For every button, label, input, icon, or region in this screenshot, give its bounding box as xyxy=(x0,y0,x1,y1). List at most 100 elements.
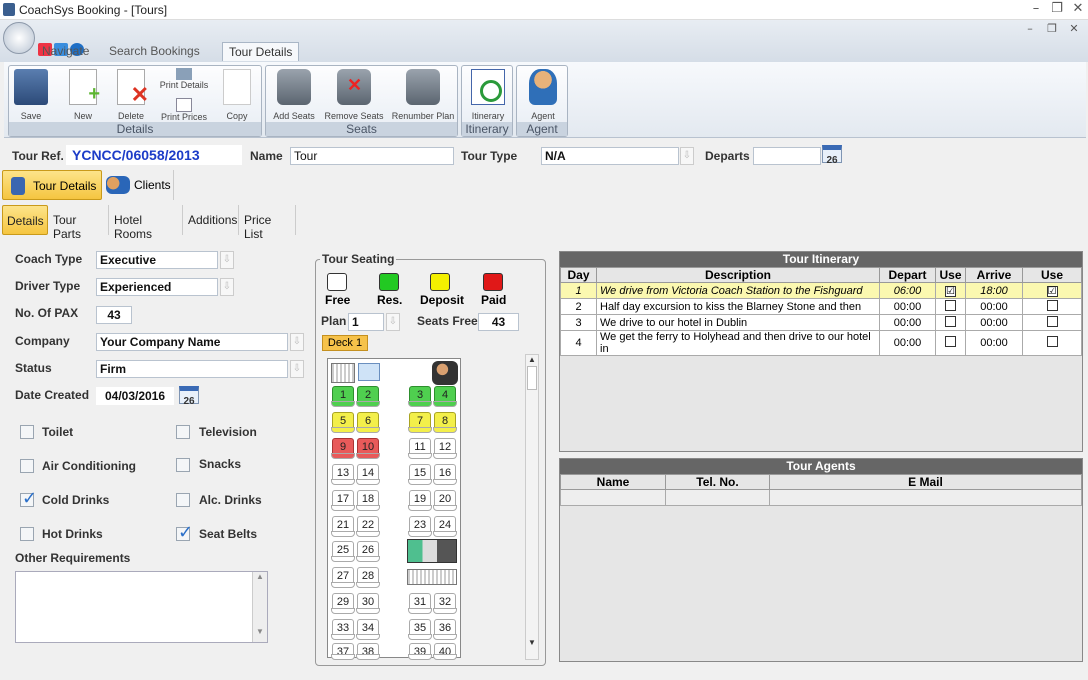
status-field[interactable] xyxy=(96,360,288,378)
seat-23[interactable]: 23 xyxy=(408,516,432,537)
seat-19[interactable]: 19 xyxy=(408,490,432,511)
seat-4[interactable]: 4 xyxy=(433,386,457,407)
seat-37[interactable]: 37 xyxy=(331,643,355,660)
seat-29[interactable]: 29 xyxy=(331,593,355,614)
tab-clients[interactable]: Clients xyxy=(104,170,174,200)
seat-36[interactable]: 36 xyxy=(433,619,457,640)
use-arrive-checkbox[interactable]: ☑ xyxy=(1046,285,1058,297)
seat-25[interactable]: 25 xyxy=(331,541,355,562)
agent-button[interactable]: Agent xyxy=(520,69,566,121)
col-arrive[interactable]: Arrive xyxy=(965,267,1023,283)
col-agent-tel[interactable]: Tel. No. xyxy=(665,474,770,490)
tab-hotel-rooms[interactable]: Hotel Rooms xyxy=(110,205,183,241)
seat-31[interactable]: 31 xyxy=(408,593,432,614)
other-requirements-field[interactable] xyxy=(15,571,268,643)
col-description[interactable]: Description xyxy=(596,267,880,283)
seat-2[interactable]: 2 xyxy=(356,386,380,407)
copy-button[interactable]: Copy xyxy=(217,69,257,121)
seat-16[interactable]: 16 xyxy=(433,464,457,485)
col-agent-name[interactable]: Name xyxy=(560,474,666,490)
tab-tour-parts[interactable]: Tour Parts xyxy=(49,205,109,241)
seat-28[interactable]: 28 xyxy=(356,567,380,588)
table-row[interactable]: 2 Half day excursion to kiss the Blarney… xyxy=(560,298,1082,315)
tab-navigate[interactable]: Navigate xyxy=(36,42,95,61)
seats-free-field[interactable] xyxy=(478,313,519,331)
coach-type-dropdown-icon[interactable]: ⇩ xyxy=(220,251,234,269)
cold-drinks-checkbox[interactable] xyxy=(20,488,37,509)
tab-additions[interactable]: Additions xyxy=(184,205,239,235)
air-conditioning-checkbox[interactable] xyxy=(20,459,34,473)
seat-6[interactable]: 6 xyxy=(356,412,380,433)
snacks-checkbox[interactable] xyxy=(176,458,190,472)
seat-22[interactable]: 22 xyxy=(356,516,380,537)
other-requirements-scrollbar[interactable]: ▲ ▼ xyxy=(252,572,267,642)
table-row[interactable]: 4 We get the ferry to Holyhead and then … xyxy=(560,330,1082,356)
seat-30[interactable]: 30 xyxy=(356,593,380,614)
minimize-icon[interactable]: – xyxy=(1028,1,1044,17)
new-button[interactable]: + New xyxy=(63,69,103,121)
seat-27[interactable]: 27 xyxy=(331,567,355,588)
seat-5[interactable]: 5 xyxy=(331,412,355,433)
tab-tour-details-main[interactable]: Tour Details xyxy=(2,170,102,200)
save-button[interactable]: Save xyxy=(11,69,51,121)
date-created-field[interactable] xyxy=(96,387,174,405)
seat-13[interactable]: 13 xyxy=(331,464,355,485)
seat-18[interactable]: 18 xyxy=(356,490,380,511)
seat-12[interactable]: 12 xyxy=(433,438,457,459)
seat-32[interactable]: 32 xyxy=(433,593,457,614)
add-seats-button[interactable]: Add Seats xyxy=(268,69,320,121)
tour-type-dropdown-icon[interactable]: ⇩ xyxy=(680,147,694,165)
mdi-close-icon[interactable]: ✕ xyxy=(1066,21,1082,37)
mdi-restore-icon[interactable]: ❐ xyxy=(1044,21,1060,37)
seat-8[interactable]: 8 xyxy=(433,412,457,433)
use-arrive-checkbox[interactable] xyxy=(1046,315,1058,327)
tab-details[interactable]: Details xyxy=(2,205,48,235)
seat-15[interactable]: 15 xyxy=(408,464,432,485)
departs-field[interactable] xyxy=(753,147,821,165)
close-icon[interactable]: ✕ xyxy=(1070,1,1086,17)
app-menu-button[interactable] xyxy=(3,22,35,54)
delete-button[interactable]: ✕ Delete xyxy=(111,69,151,121)
remove-seats-button[interactable]: ✕ Remove Seats xyxy=(322,69,386,121)
seat-14[interactable]: 14 xyxy=(356,464,380,485)
renumber-plan-button[interactable]: Renumber Plan xyxy=(390,69,456,121)
tab-search-bookings[interactable]: Search Bookings xyxy=(103,42,206,61)
status-dropdown-icon[interactable]: ⇩ xyxy=(290,360,304,378)
col-depart[interactable]: Depart xyxy=(879,267,936,283)
use-depart-checkbox[interactable] xyxy=(945,299,956,311)
print-prices-button[interactable]: Print Prices xyxy=(155,98,213,122)
company-field[interactable] xyxy=(96,333,288,351)
coach-type-field[interactable] xyxy=(96,251,218,269)
tour-type-field[interactable] xyxy=(541,147,679,165)
table-row[interactable]: 1 We drive from Victoria Coach Station t… xyxy=(560,282,1082,299)
use-arrive-checkbox[interactable] xyxy=(1046,336,1058,347)
tab-price-list[interactable]: Price List xyxy=(240,205,296,241)
use-depart-checkbox[interactable] xyxy=(945,336,956,347)
seat-10[interactable]: 10 xyxy=(356,438,380,459)
scroll-thumb[interactable] xyxy=(527,366,537,390)
plan-dropdown-icon[interactable]: ⇩ xyxy=(386,313,400,331)
seat-38[interactable]: 38 xyxy=(356,643,380,660)
tab-tour-details[interactable]: Tour Details xyxy=(222,42,300,61)
mdi-minimize-icon[interactable]: – xyxy=(1022,21,1038,37)
table-row[interactable] xyxy=(560,489,1082,506)
pax-field[interactable] xyxy=(96,306,132,324)
table-row[interactable]: 3 We drive to our hotel in Dublin 00:00 … xyxy=(560,314,1082,331)
seat-belts-checkbox[interactable] xyxy=(176,522,193,543)
seat-17[interactable]: 17 xyxy=(331,490,355,511)
restore-icon[interactable]: ❐ xyxy=(1049,1,1065,17)
tour-name-field[interactable] xyxy=(290,147,454,165)
company-dropdown-icon[interactable]: ⇩ xyxy=(290,333,304,351)
seat-21[interactable]: 21 xyxy=(331,516,355,537)
itinerary-button[interactable]: Itinerary xyxy=(465,69,511,121)
col-use-arrive[interactable]: Use xyxy=(1022,267,1082,283)
use-depart-checkbox[interactable] xyxy=(945,315,956,327)
departs-calendar-icon[interactable]: 26 xyxy=(822,145,842,166)
seat-20[interactable]: 20 xyxy=(433,490,457,511)
seat-3[interactable]: 3 xyxy=(408,386,432,407)
seat-40[interactable]: 40 xyxy=(433,643,457,660)
seat-9[interactable]: 9 xyxy=(331,438,355,459)
col-use-depart[interactable]: Use xyxy=(935,267,966,283)
seating-scrollbar[interactable]: ▲ ▼ xyxy=(525,354,539,660)
seat-26[interactable]: 26 xyxy=(356,541,380,562)
